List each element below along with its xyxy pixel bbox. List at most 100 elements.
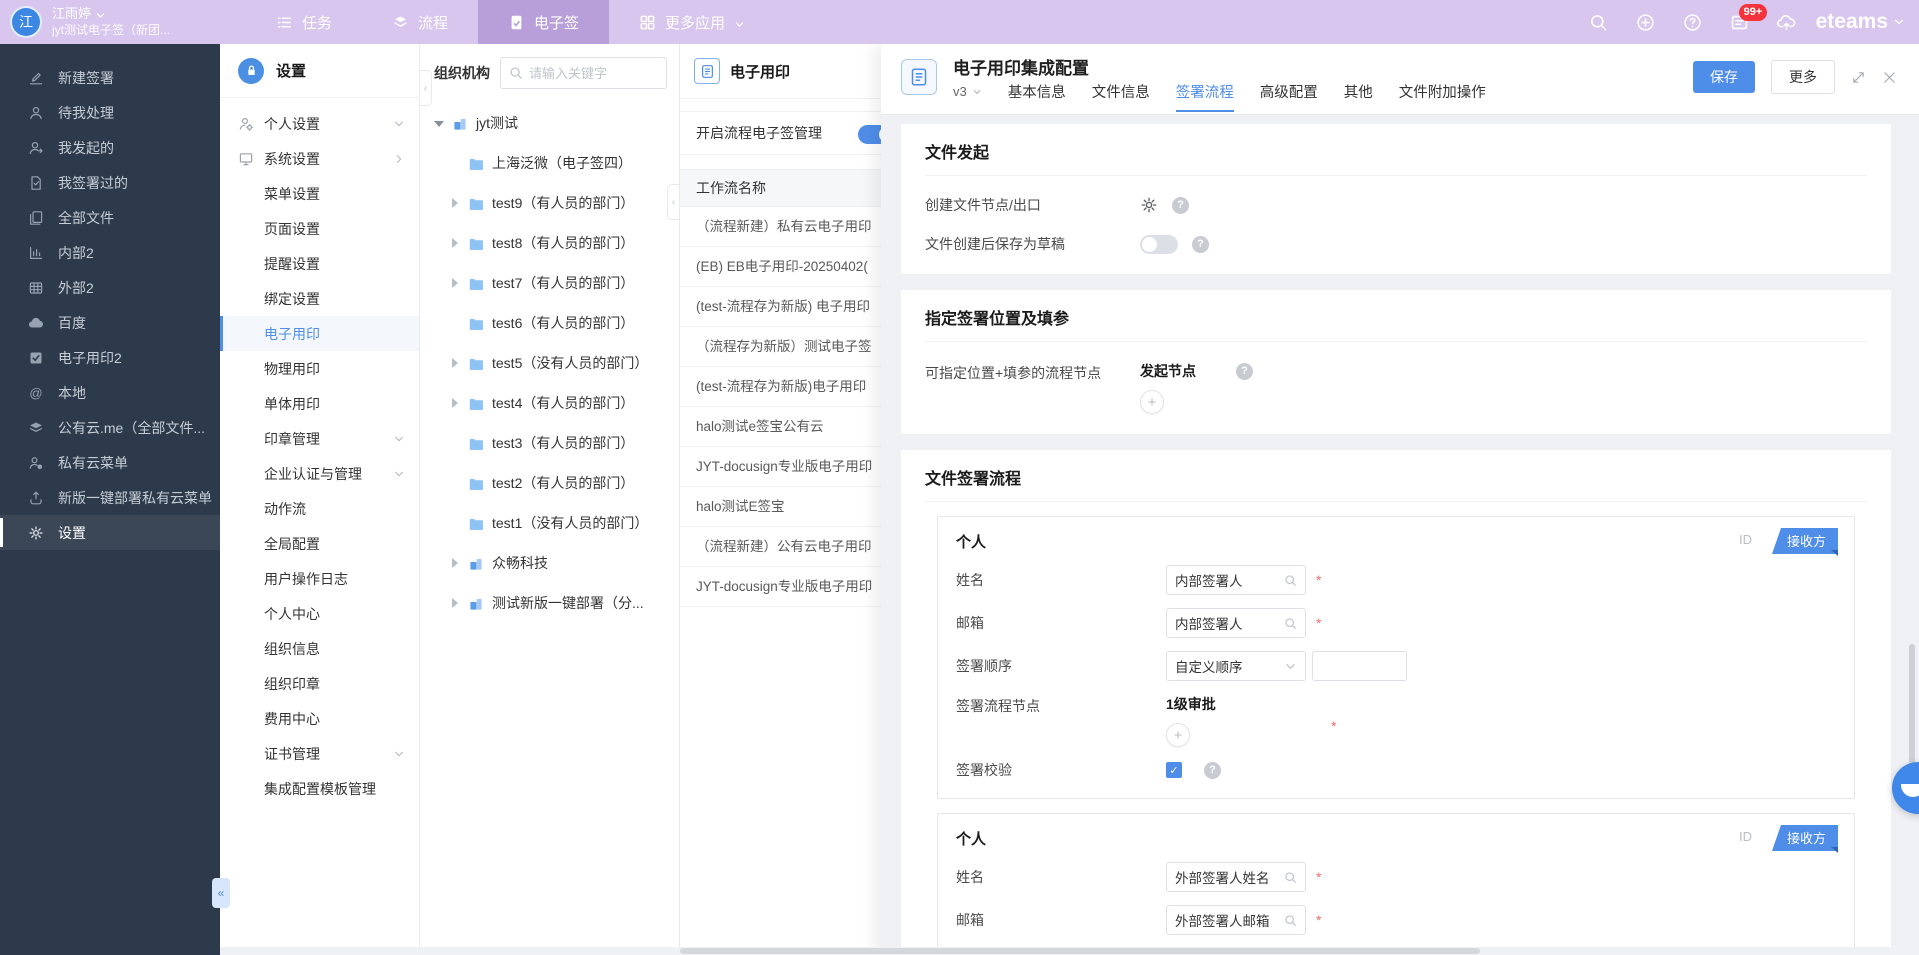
tree-node-test5（没有人员的部门）[interactable]: test5（没有人员的部门） [420, 343, 679, 383]
settings-item-物理用印[interactable]: 物理用印 [220, 351, 419, 386]
settings-item-单体用印[interactable]: 单体用印 [220, 386, 419, 421]
sidebar-item-新版一键部署私有云菜单[interactable]: 新版一键部署私有云菜单 [0, 480, 220, 515]
tab-基本信息[interactable]: 基本信息 [1008, 81, 1066, 112]
sign-order-select[interactable]: 自定义顺序 [1166, 651, 1306, 681]
settings-item-个人设置[interactable]: 个人设置 [220, 106, 419, 141]
tree-node-测试新版一键部署（分...[interactable]: 测试新版一键部署（分... [420, 583, 679, 623]
sidebar-item-公有云.me（全部文件...[interactable]: 公有云.me（全部文件... [0, 410, 220, 445]
user-block[interactable]: 江雨婷 jyt测试电子签（新团... [52, 6, 210, 38]
help-icon[interactable]: ? [1204, 761, 1221, 779]
sidebar-item-我发起的[interactable]: 我发起的 [0, 130, 220, 165]
settings-item-费用中心[interactable]: 费用中心 [220, 701, 419, 736]
tree-node-test8（有人员的部门）[interactable]: test8（有人员的部门） [420, 223, 679, 263]
sidebar-item-百度[interactable]: 百度 [0, 305, 220, 340]
tree-node-test2（有人员的部门）[interactable]: test2（有人员的部门） [420, 463, 679, 503]
nav-item-电子签[interactable]: 电子签 [478, 0, 610, 44]
help-circle-icon[interactable] [1683, 13, 1702, 32]
horizontal-scrollbar[interactable] [220, 947, 1919, 955]
tree-node-test7（有人员的部门）[interactable]: test7（有人员的部门） [420, 263, 679, 303]
save-button[interactable]: 保存 [1693, 61, 1755, 93]
tree-node-众畅科技[interactable]: 众畅科技 [420, 543, 679, 583]
collapse-left-tab[interactable]: ‹ [419, 70, 432, 106]
settings-item-印章管理[interactable]: 印章管理 [220, 421, 419, 456]
flow-esign-toggle[interactable] [858, 125, 881, 144]
sidebar-item-待我处理[interactable]: 待我处理 [0, 95, 220, 130]
settings-item-组织印章[interactable]: 组织印章 [220, 666, 419, 701]
tree-node-jyt测试[interactable]: jyt测试 [420, 103, 679, 143]
tree-node-test6（有人员的部门）[interactable]: test6（有人员的部门） [420, 303, 679, 343]
settings-item-全局配置[interactable]: 全局配置 [220, 526, 419, 561]
org-search-input[interactable] [529, 65, 658, 81]
settings-item-绑定设置[interactable]: 绑定设置 [220, 281, 419, 316]
tree-right-arrow-icon[interactable] [450, 358, 460, 368]
sidebar-item-本地[interactable]: @ 本地 [0, 375, 220, 410]
workflow-row[interactable]: （流程新建）私有云电子用印 [680, 207, 881, 247]
sidebar-item-电子用印2[interactable]: 电子用印2 [0, 340, 220, 375]
add-node-button[interactable]: + [1166, 723, 1190, 747]
sidebar-item-设置[interactable]: 设置 [0, 515, 220, 550]
collapse-right-tab[interactable]: ‹ [667, 184, 680, 220]
邮箱-input[interactable]: 内部签署人 [1166, 608, 1306, 638]
tree-down-arrow-icon[interactable] [434, 118, 444, 128]
tree-node-test9（有人员的部门）[interactable]: test9（有人员的部门） [420, 183, 679, 223]
workflow-row[interactable]: （流程新建）公有云电子用印 [680, 527, 881, 567]
sign-order-number-input[interactable] [1312, 651, 1407, 681]
tree-right-arrow-icon[interactable] [450, 278, 460, 288]
nav-item-流程[interactable]: 流程 [362, 0, 478, 44]
eteams-logo[interactable]: eteams [1816, 10, 1905, 34]
tree-right-arrow-icon[interactable] [450, 598, 460, 608]
vertical-scrollbar[interactable] [1909, 644, 1915, 764]
settings-item-系统设置[interactable]: 系统设置 [220, 141, 419, 176]
tab-其他[interactable]: 其他 [1344, 81, 1373, 112]
help-icon[interactable]: ? [1236, 362, 1253, 380]
tree-right-arrow-icon[interactable] [450, 238, 460, 248]
tab-文件信息[interactable]: 文件信息 [1092, 81, 1150, 112]
settings-item-证书管理[interactable]: 证书管理 [220, 736, 419, 771]
save-draft-toggle[interactable] [1140, 234, 1178, 254]
settings-item-页面设置[interactable]: 页面设置 [220, 211, 419, 246]
settings-item-菜单设置[interactable]: 菜单设置 [220, 176, 419, 211]
sidebar-item-私有云菜单[interactable]: 私有云菜单 [0, 445, 220, 480]
workflow-row[interactable]: halo测试E签宝 [680, 487, 881, 527]
workflow-row[interactable]: (test-流程存为新版)电子用印 [680, 367, 881, 407]
gear-icon[interactable] [1140, 196, 1158, 214]
avatar[interactable]: 江 [10, 6, 42, 38]
cloud-upload-icon[interactable] [1776, 13, 1796, 32]
workflow-row[interactable]: (EB) EB电子用印-20250402( [680, 247, 881, 287]
nav-item-任务[interactable]: 任务 [246, 0, 362, 44]
tab-高级配置[interactable]: 高级配置 [1260, 81, 1318, 112]
tree-node-test1（没有人员的部门）[interactable]: test1（没有人员的部门） [420, 503, 679, 543]
close-icon[interactable] [1882, 70, 1897, 85]
search-icon[interactable] [1589, 13, 1608, 32]
help-icon[interactable]: ? [1192, 235, 1209, 253]
sidebar-item-内部2[interactable]: 内部2 [0, 235, 220, 270]
plus-circle-icon[interactable] [1636, 13, 1655, 32]
settings-item-用户操作日志[interactable]: 用户操作日志 [220, 561, 419, 596]
settings-item-集成配置模板管理[interactable]: 集成配置模板管理 [220, 771, 419, 806]
sidebar-item-全部文件[interactable]: 全部文件 [0, 200, 220, 235]
tree-node-test4（有人员的部门）[interactable]: test4（有人员的部门） [420, 383, 679, 423]
org-search-box[interactable] [500, 57, 667, 89]
version-select[interactable]: v3 [953, 84, 982, 99]
tree-right-arrow-icon[interactable] [450, 198, 460, 208]
sign-verify-checkbox[interactable]: ✓ [1166, 762, 1182, 778]
settings-item-电子用印[interactable]: 电子用印 [220, 316, 419, 351]
tab-文件附加操作[interactable]: 文件附加操作 [1399, 81, 1486, 112]
message-icon[interactable]: 99+ [1730, 3, 1768, 32]
more-button[interactable]: 更多 [1771, 60, 1835, 94]
collapse-sidebar-tab[interactable]: « [212, 878, 230, 908]
help-icon[interactable]: ? [1172, 196, 1189, 214]
sidebar-item-新建签署[interactable]: 新建签署 [0, 60, 220, 95]
add-node-button[interactable]: + [1140, 390, 1164, 414]
tree-node-test3（有人员的部门）[interactable]: test3（有人员的部门） [420, 423, 679, 463]
workflow-row[interactable]: JYT-docusign专业版电子用印 [680, 567, 881, 607]
nav-item-更多应用[interactable]: 更多应用 [609, 0, 775, 44]
sidebar-item-外部2[interactable]: 外部2 [0, 270, 220, 305]
workflow-row[interactable]: JYT-docusign专业版电子用印 [680, 447, 881, 487]
settings-item-企业认证与管理[interactable]: 企业认证与管理 [220, 456, 419, 491]
settings-item-提醒设置[interactable]: 提醒设置 [220, 246, 419, 281]
sidebar-item-我签署过的[interactable]: 我签署过的 [0, 165, 220, 200]
expand-icon[interactable] [1851, 70, 1866, 85]
tree-right-arrow-icon[interactable] [450, 558, 460, 568]
settings-item-动作流[interactable]: 动作流 [220, 491, 419, 526]
